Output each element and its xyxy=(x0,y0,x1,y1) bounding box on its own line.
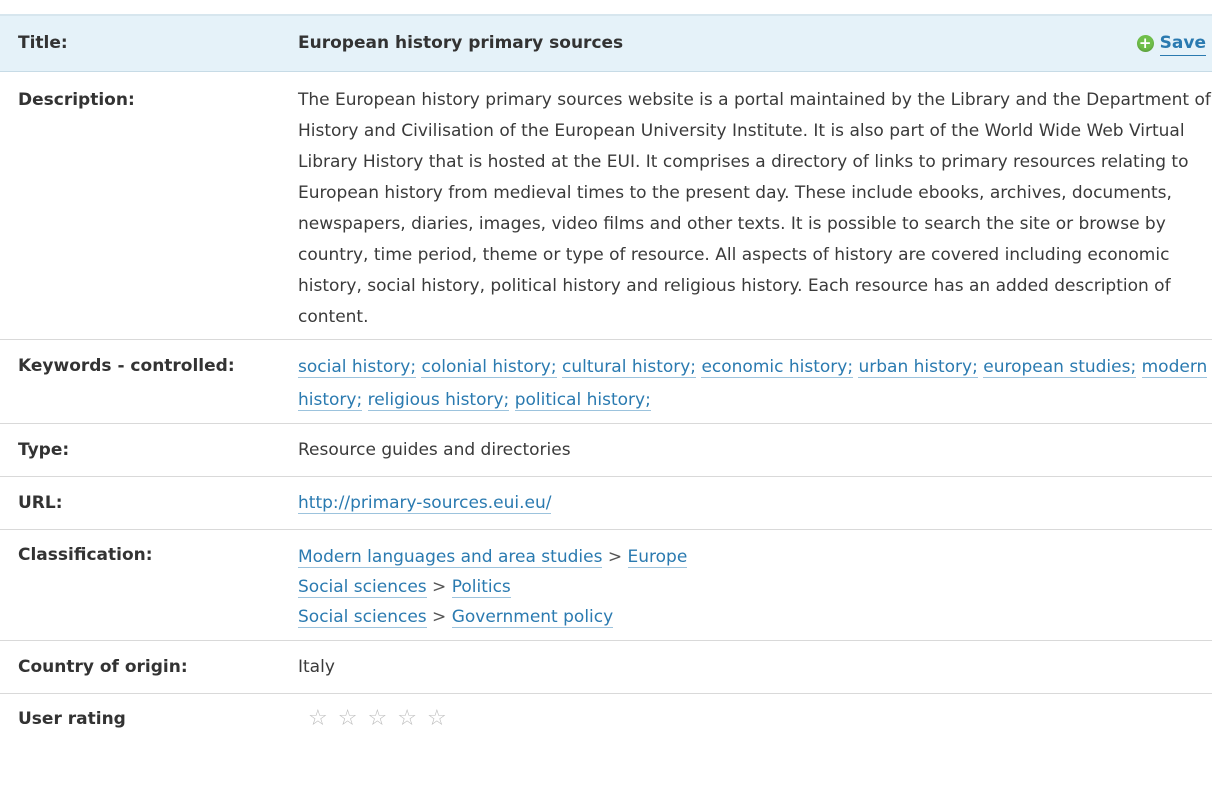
classification-link[interactable]: Government policy xyxy=(451,607,614,628)
resource-record: Title: European history primary sources … xyxy=(0,14,1212,735)
classification-link[interactable]: Social sciences xyxy=(298,607,427,628)
country-label: Country of origin: xyxy=(18,657,188,677)
description-text: The European history primary sources web… xyxy=(298,90,1211,327)
breadcrumb-separator: > xyxy=(602,547,628,567)
classification-path: Social sciences > Government policy xyxy=(298,602,1212,632)
keyword-link[interactable]: religious history; xyxy=(367,390,510,411)
keyword-link[interactable]: urban history; xyxy=(858,357,978,378)
url-link[interactable]: http://primary-sources.eui.eu/ xyxy=(298,493,552,514)
classification-link[interactable]: Europe xyxy=(627,547,688,568)
url-label: URL: xyxy=(18,493,63,513)
type-value: Resource guides and directories xyxy=(298,440,571,460)
breadcrumb-separator: > xyxy=(426,607,452,627)
country-row: Country of origin: Italy xyxy=(0,641,1212,694)
star-icon[interactable]: ☆ xyxy=(308,707,328,731)
classification-list: Modern languages and area studies > Euro… xyxy=(298,530,1212,640)
classification-label: Classification: xyxy=(18,545,153,565)
keyword-link[interactable]: social history; xyxy=(298,357,417,378)
classification-path: Social sciences > Politics xyxy=(298,572,1212,602)
url-value-cell: http://primary-sources.eui.eu/ xyxy=(298,477,1212,529)
country-value: Italy xyxy=(298,657,335,677)
type-row: Type: Resource guides and directories xyxy=(0,424,1212,477)
classification-row: Classification: Modern languages and are… xyxy=(0,530,1212,641)
add-icon[interactable]: + xyxy=(1136,35,1154,52)
keyword-link[interactable]: economic history; xyxy=(701,357,854,378)
keyword-link[interactable]: political history; xyxy=(514,390,651,411)
classification-link[interactable]: Modern languages and area studies xyxy=(298,547,603,568)
star-icon[interactable]: ☆ xyxy=(397,707,417,731)
keywords-row: Keywords - controlled: social history; c… xyxy=(0,340,1212,424)
keyword-link[interactable]: colonial history; xyxy=(421,357,557,378)
title-row: Title: European history primary sources … xyxy=(0,16,1212,72)
url-row: URL: http://primary-sources.eui.eu/ xyxy=(0,477,1212,530)
rating-row: User rating ☆ ☆ ☆ ☆ ☆ xyxy=(0,694,1212,735)
type-label: Type: xyxy=(18,440,70,460)
classification-path: Modern languages and area studies > Euro… xyxy=(298,542,1212,572)
save-link[interactable]: Save xyxy=(1159,31,1206,56)
resource-title: European history primary sources xyxy=(298,33,624,53)
rating-label: User rating xyxy=(18,709,126,729)
description-row: Description: The European history primar… xyxy=(0,72,1212,340)
rating-stars[interactable]: ☆ ☆ ☆ ☆ ☆ xyxy=(298,694,1212,735)
description-label: Description: xyxy=(18,90,135,110)
title-label: Title: xyxy=(18,33,68,53)
keywords-label: Keywords - controlled: xyxy=(18,356,235,376)
classification-link[interactable]: Politics xyxy=(451,577,511,598)
save-control[interactable]: + Save xyxy=(1136,31,1206,56)
keyword-link[interactable]: european studies; xyxy=(983,357,1137,378)
classification-link[interactable]: Social sciences xyxy=(298,577,427,598)
breadcrumb-separator: > xyxy=(426,577,452,597)
star-icon[interactable]: ☆ xyxy=(427,707,447,731)
keyword-link[interactable]: cultural history; xyxy=(562,357,697,378)
star-icon[interactable]: ☆ xyxy=(367,707,387,731)
star-icon[interactable]: ☆ xyxy=(338,707,358,731)
title-value-cell: European history primary sources + Save xyxy=(298,16,1212,71)
keywords-list: social history; colonial history; cultur… xyxy=(298,340,1212,423)
